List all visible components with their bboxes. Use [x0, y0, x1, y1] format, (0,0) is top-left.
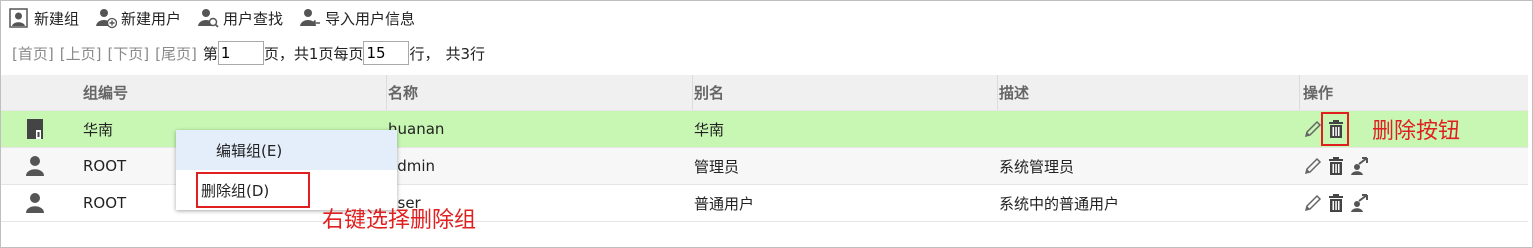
total-rows: 共3行 — [445, 44, 486, 63]
edit-group-menu-item[interactable]: 编辑组(E) — [176, 130, 397, 170]
row-actions — [1303, 148, 1372, 184]
rows-per-page-input[interactable] — [363, 41, 410, 65]
cell-group-no: ROOT — [83, 194, 127, 212]
cell-group-no: 华南 — [83, 120, 114, 139]
edit-group-label: 编辑组(E) — [216, 141, 283, 160]
delete-group-highlight — [196, 172, 310, 208]
find-user-label: 用户查找 — [223, 9, 284, 28]
toolbar: 新建组 新建用户 用户查找 导入用户信息 — [8, 6, 431, 30]
next-page-link[interactable]: [下页] — [107, 43, 149, 64]
cell-alias: 华南 — [694, 120, 725, 139]
page-prefix: 第 — [202, 44, 218, 63]
group-icon — [27, 119, 43, 139]
first-page-link[interactable]: [首页] — [12, 43, 54, 64]
header-group-no[interactable]: 组编号 — [83, 75, 128, 110]
add-user-icon — [96, 9, 118, 29]
edit-pencil-icon[interactable] — [1303, 119, 1323, 139]
find-user-button[interactable]: 用户查找 — [197, 7, 283, 29]
prev-page-link[interactable]: [上页] — [60, 43, 102, 64]
user-icon — [26, 193, 44, 213]
row-icon — [25, 111, 45, 147]
header-name[interactable]: 名称 — [388, 75, 418, 110]
new-group-button[interactable]: 新建组 — [8, 7, 79, 29]
row-icon — [25, 148, 45, 184]
cell-group-no: ROOT — [83, 157, 127, 175]
row-actions — [1303, 185, 1372, 221]
import-user-button[interactable]: 导入用户信息 — [299, 7, 415, 29]
cell-alias: 管理员 — [694, 157, 740, 176]
per-page-prefix: 每页 — [333, 44, 364, 63]
find-user-icon — [198, 9, 219, 28]
cell-desc: 系统中的普通用户 — [999, 194, 1120, 213]
column-divider — [692, 75, 693, 110]
column-divider — [997, 75, 998, 110]
move-user-icon[interactable] — [1349, 156, 1369, 176]
last-page-link[interactable]: [尾页] — [155, 43, 197, 64]
new-user-button[interactable]: 新建用户 — [95, 7, 181, 29]
column-divider — [1299, 75, 1300, 110]
right-click-annotation: 右键选择删除组 — [322, 208, 477, 233]
delete-trash-icon[interactable] — [1326, 193, 1346, 213]
column-divider — [386, 75, 387, 110]
new-group-label: 新建组 — [34, 9, 80, 28]
cell-alias: 普通用户 — [694, 194, 755, 213]
new-group-icon — [9, 8, 28, 28]
import-user-label: 导入用户信息 — [325, 9, 416, 28]
page-suffix: 页， — [263, 44, 294, 63]
row-icon — [25, 185, 45, 221]
user-icon — [26, 156, 44, 176]
per-page-suffix: 行， — [409, 44, 440, 63]
table-header-row: 组编号 名称 别名 描述 操作 — [1, 75, 1528, 111]
header-alias[interactable]: 别名 — [694, 75, 724, 110]
delete-button-annotation: 删除按钮 — [1372, 119, 1461, 144]
edit-pencil-icon[interactable] — [1303, 193, 1323, 213]
import-user-icon — [300, 9, 321, 27]
cell-desc: 系统管理员 — [999, 157, 1075, 176]
edit-pencil-icon[interactable] — [1303, 156, 1323, 176]
move-user-icon[interactable] — [1349, 193, 1369, 213]
delete-button-highlight — [1321, 112, 1349, 146]
total-pages: 共1页 — [293, 44, 334, 63]
header-actions: 操作 — [1303, 84, 1334, 102]
delete-trash-icon[interactable] — [1326, 156, 1346, 176]
header-desc[interactable]: 描述 — [999, 75, 1029, 110]
pager: [首页] [上页] [下页] [尾页] 第 页， 共1页 每页 行， 共3行 — [12, 40, 485, 66]
new-user-label: 新建用户 — [121, 9, 182, 28]
page-number-input[interactable] — [217, 41, 264, 65]
